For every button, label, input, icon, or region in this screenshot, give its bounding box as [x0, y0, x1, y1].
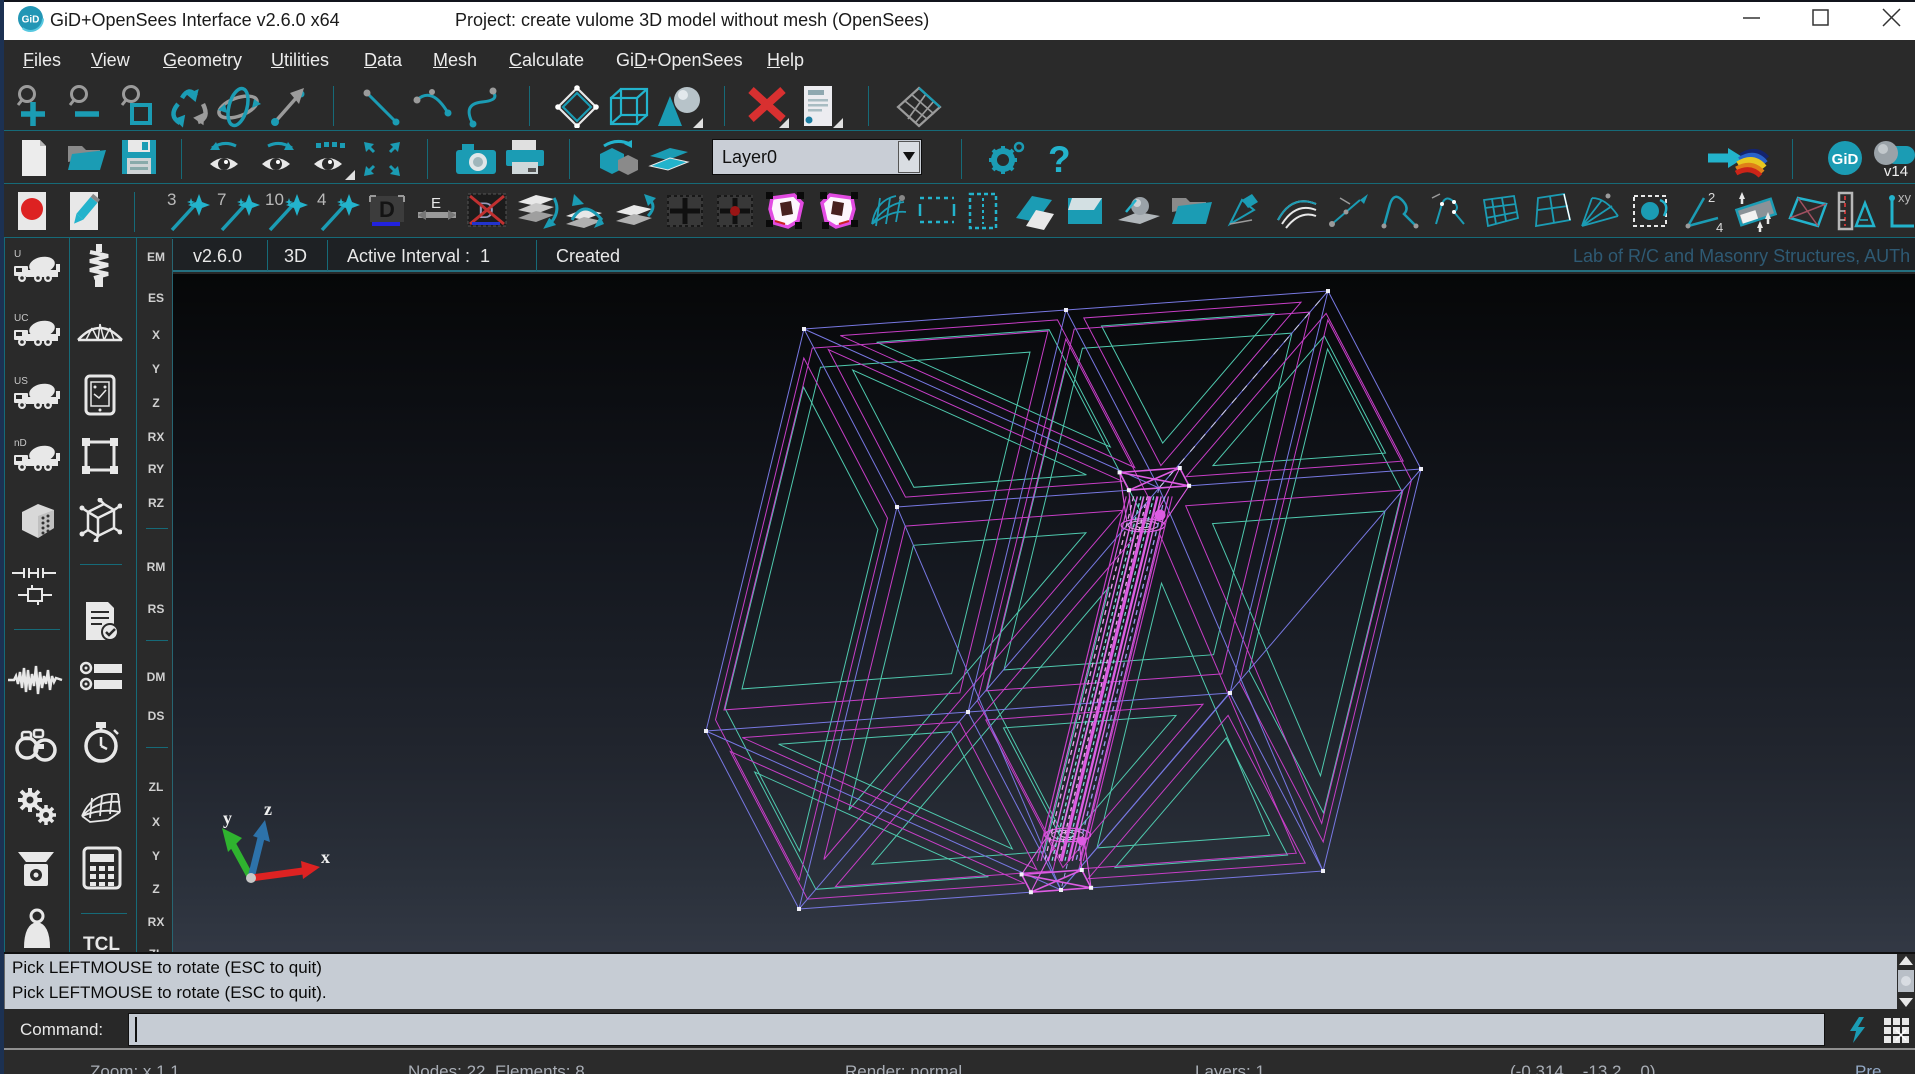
svg-text:3: 3 — [167, 190, 176, 209]
svg-text:GiD: GiD — [1832, 151, 1859, 168]
svg-text:v14: v14 — [1884, 163, 1908, 178]
svg-text:GiD: GiD — [22, 15, 40, 26]
svg-text:10: 10 — [265, 190, 284, 209]
svg-text:4: 4 — [1716, 220, 1723, 232]
svg-text:U: U — [14, 249, 21, 260]
svg-text:2: 2 — [1708, 190, 1715, 205]
svg-text:nD: nD — [14, 438, 27, 449]
svg-text:z: z — [264, 800, 272, 819]
svg-text:7: 7 — [217, 190, 226, 209]
svg-text:D: D — [379, 197, 395, 222]
svg-text:4: 4 — [317, 190, 326, 209]
svg-text:E: E — [431, 195, 441, 212]
svg-text:y: y — [223, 808, 232, 828]
svg-text:xy: xy — [1898, 190, 1912, 205]
svg-text:x: x — [321, 847, 330, 867]
svg-text:US: US — [14, 376, 28, 387]
svg-text:UC: UC — [14, 313, 28, 324]
